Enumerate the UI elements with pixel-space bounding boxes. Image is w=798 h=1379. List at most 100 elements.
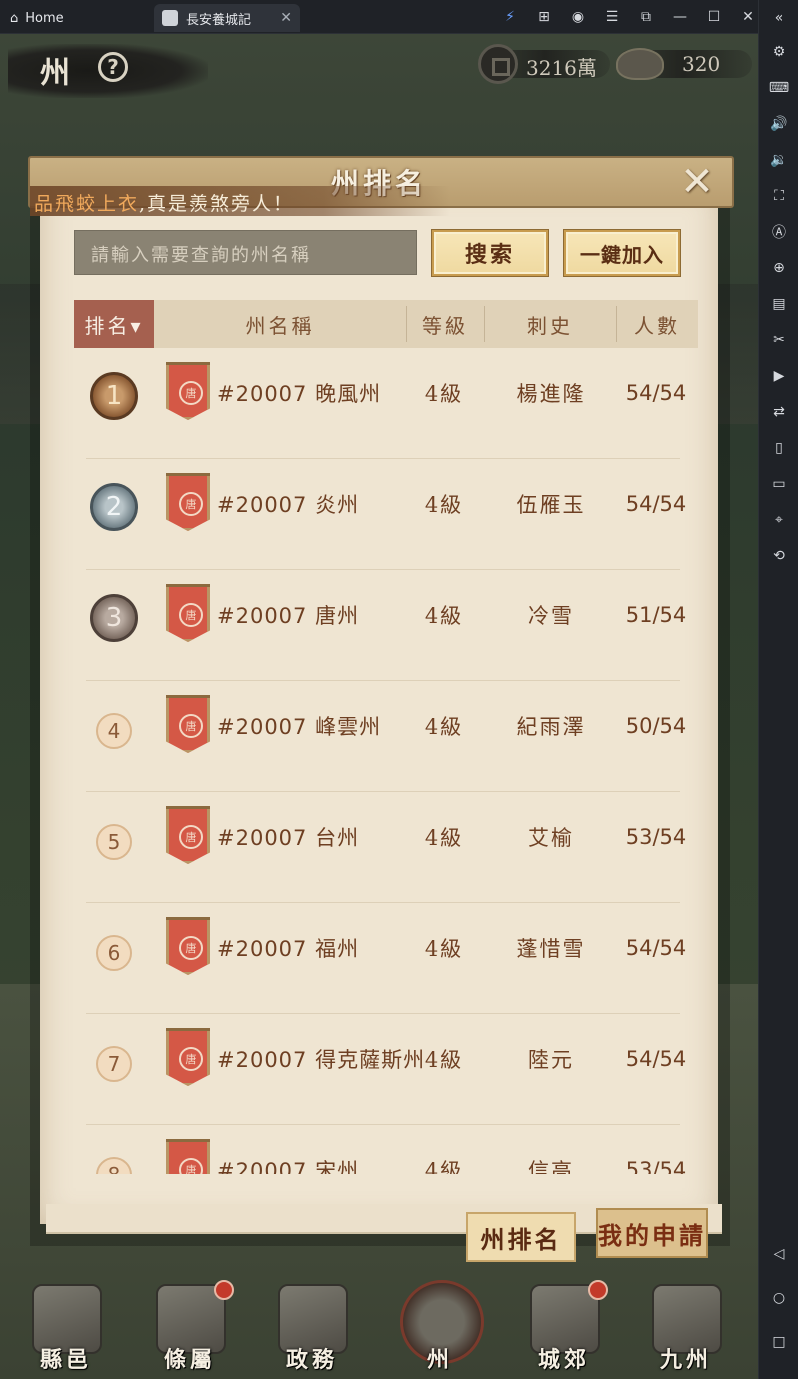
state-flag-icon: 唐 bbox=[166, 473, 210, 531]
apk-icon[interactable]: ▤ bbox=[767, 292, 791, 316]
home-nav-icon[interactable]: ○ bbox=[767, 1286, 791, 1310]
state-level: 4級 bbox=[424, 715, 464, 739]
scissors-icon[interactable]: ✂ bbox=[767, 328, 791, 352]
table-row[interactable]: 1 唐 #20007 晚風州 4級 楊進隆 54/54 bbox=[74, 348, 698, 459]
state-level: 4級 bbox=[424, 604, 464, 628]
state-name: #20007 晚風州 bbox=[217, 382, 382, 406]
state-name: #20007 宋州 bbox=[217, 1159, 360, 1174]
flag-emblem: 唐 bbox=[179, 603, 203, 627]
minimize-icon[interactable]: — bbox=[670, 7, 690, 27]
shake-icon[interactable]: ▯ bbox=[767, 436, 791, 460]
add-app-icon[interactable]: ⊕ bbox=[767, 256, 791, 280]
volume-down-icon[interactable]: 🔉 bbox=[767, 148, 791, 172]
nav-label: 條屬 bbox=[163, 1347, 216, 1373]
state-level: 4級 bbox=[424, 382, 464, 406]
help-icon[interactable]: ? bbox=[98, 52, 128, 82]
state-flag-icon: 唐 bbox=[166, 584, 210, 642]
location-icon[interactable]: ⌖ bbox=[767, 508, 791, 532]
flag-emblem: 唐 bbox=[179, 825, 203, 849]
bolt-icon[interactable]: ⚡ bbox=[500, 7, 520, 27]
state-flag-icon: 唐 bbox=[166, 806, 210, 864]
tab-state-ranking[interactable]: 州排名 bbox=[466, 1212, 576, 1262]
search-input[interactable]: 請輸入需要查詢的州名稱 bbox=[74, 230, 417, 275]
back-icon[interactable]: ◁ bbox=[767, 1242, 791, 1266]
governor-header: 刺史 bbox=[527, 313, 573, 338]
folder-icon[interactable]: ▭ bbox=[767, 472, 791, 496]
nav-nine-states[interactable]: 九州 bbox=[636, 1274, 736, 1379]
menu-icon[interactable]: ☰ bbox=[602, 7, 622, 27]
rank-sort-header[interactable]: 排名▾ bbox=[74, 300, 154, 348]
member-count: 54/54 bbox=[625, 936, 687, 960]
gamepad-icon[interactable]: ⊞ bbox=[534, 7, 554, 27]
table-row[interactable]: 8 唐 #20007 宋州 4級 信高 53/54 bbox=[74, 1125, 698, 1174]
macro-icon[interactable]: Ⓐ bbox=[767, 220, 791, 244]
nav-subordinates[interactable]: 條屬 bbox=[140, 1274, 240, 1379]
nav-county[interactable]: 縣邑 bbox=[16, 1274, 116, 1379]
one-click-join-button[interactable]: 一鍵加入 bbox=[564, 230, 680, 276]
marquee-item: 品飛蛟上衣 bbox=[34, 193, 140, 215]
state-governor: 紀雨澤 bbox=[516, 715, 586, 739]
member-count: 53/54 bbox=[625, 1158, 687, 1174]
state-flag-icon: 唐 bbox=[166, 1139, 210, 1174]
state-level: 4級 bbox=[424, 937, 464, 961]
name-header: 州名稱 bbox=[245, 313, 315, 338]
state-flag-icon: 唐 bbox=[166, 1028, 210, 1086]
game-tab[interactable]: 長安養城記 ✕ bbox=[154, 4, 300, 32]
nav-label: 政務 bbox=[285, 1347, 338, 1373]
table-row[interactable]: 5 唐 #20007 台州 4級 艾榆 53/54 bbox=[74, 792, 698, 903]
panel-close-button[interactable]: ✕ bbox=[668, 158, 726, 206]
settings-icon[interactable]: ⚙ bbox=[767, 40, 791, 64]
state-governor: 蓬惜雪 bbox=[516, 937, 586, 961]
nav-label: 九州 bbox=[659, 1347, 712, 1373]
state-name: #20007 福州 bbox=[217, 937, 360, 961]
nav-affairs[interactable]: 政務 bbox=[262, 1274, 362, 1379]
rank-2-medal-icon: 2 bbox=[90, 483, 138, 531]
table-row[interactable]: 4 唐 #20007 峰雲州 4級 紀雨澤 50/54 bbox=[74, 681, 698, 792]
account-icon[interactable]: ◉ bbox=[568, 7, 588, 27]
state-governor: 信高 bbox=[528, 1159, 574, 1174]
rotate-icon[interactable]: ⟲ bbox=[767, 544, 791, 568]
nav-suburbs[interactable]: 城郊 bbox=[514, 1274, 614, 1379]
media-icon[interactable]: ▶ bbox=[767, 364, 791, 388]
ingots-value: 320 bbox=[682, 52, 721, 76]
state-level: 4級 bbox=[424, 493, 464, 517]
state-name: #20007 峰雲州 bbox=[217, 715, 382, 739]
table-row[interactable]: 3 唐 #20007 唐州 4級 冷雪 51/54 bbox=[74, 570, 698, 681]
level-header: 等級 bbox=[422, 313, 468, 338]
notification-dot-icon bbox=[588, 1280, 608, 1300]
recents-icon[interactable]: □ bbox=[767, 1330, 791, 1354]
state-level: 4級 bbox=[424, 1048, 464, 1072]
ranking-table[interactable]: 1 唐 #20007 晚風州 4級 楊進隆 54/54 2 唐 #20007 炎… bbox=[74, 348, 698, 1174]
flag-emblem: 唐 bbox=[179, 381, 203, 405]
coins-value: 3216萬 bbox=[526, 56, 597, 80]
member-count: 53/54 bbox=[625, 825, 687, 849]
home-tab[interactable]: ⌂ Home bbox=[10, 6, 64, 30]
search-button[interactable]: 搜索 bbox=[432, 230, 548, 276]
nav-state[interactable]: 州 bbox=[390, 1274, 490, 1379]
table-row[interactable]: 2 唐 #20007 炎州 4級 伍雁玉 54/54 bbox=[74, 459, 698, 570]
collapse-icon[interactable]: « bbox=[767, 6, 791, 30]
fullscreen-icon[interactable]: ⛶ bbox=[767, 184, 791, 208]
member-count: 51/54 bbox=[625, 603, 687, 627]
home-icon: ⌂ bbox=[10, 10, 19, 26]
screenshot-icon[interactable]: ⧉ bbox=[636, 7, 656, 27]
coin-icon bbox=[478, 44, 518, 84]
flag-emblem: 唐 bbox=[179, 1158, 203, 1174]
close-icon[interactable]: ✕ bbox=[738, 7, 758, 27]
count-header: 人數 bbox=[634, 313, 680, 338]
tab-close-icon[interactable]: ✕ bbox=[280, 10, 292, 26]
marquee: 品飛蛟上衣,真是羨煞旁人！ bbox=[34, 189, 294, 216]
tab-my-applications[interactable]: 我的申請 bbox=[596, 1208, 708, 1258]
sync-icon[interactable]: ⇄ bbox=[767, 400, 791, 424]
table-row[interactable]: 6 唐 #20007 福州 4級 蓬惜雪 54/54 bbox=[74, 903, 698, 1014]
volume-up-icon[interactable]: 🔊 bbox=[767, 112, 791, 136]
table-header: 排名▾ 州名稱 等級 刺史 人數 bbox=[74, 300, 698, 348]
table-row[interactable]: 7 唐 #20007 得克薩斯州 4級 陸元 54/54 bbox=[74, 1014, 698, 1125]
keyboard-icon[interactable]: ⌨ bbox=[767, 76, 791, 100]
rank-3-medal-icon: 3 bbox=[90, 594, 138, 642]
state-level: 4級 bbox=[424, 1159, 464, 1174]
game-screen: 州 ? 3216萬 320 州排名 ✕ 品飛蛟上衣,真是羨煞旁人！ 請輸入需要查… bbox=[0, 34, 758, 1379]
state-name: #20007 炎州 bbox=[217, 493, 360, 517]
rank-badge: 6 bbox=[96, 935, 132, 971]
maximize-icon[interactable]: ☐ bbox=[704, 7, 724, 27]
